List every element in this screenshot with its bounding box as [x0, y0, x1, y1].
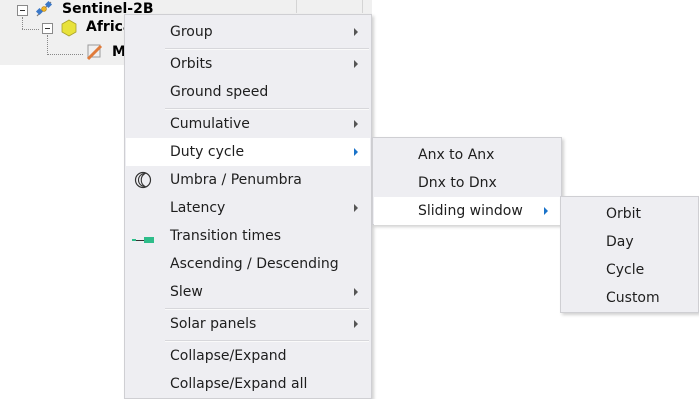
- chevron-right-icon: [354, 148, 358, 156]
- sliding-window-submenu: Orbit Day Cycle Custom: [560, 196, 699, 313]
- satellite-icon: [34, 0, 54, 22]
- menu-item-ascending-descending[interactable]: Ascending / Descending: [126, 250, 370, 278]
- menu-item-label: Ascending / Descending: [170, 256, 339, 272]
- menu-item-umbra-penumbra[interactable]: Umbra / Penumbra: [126, 166, 370, 194]
- column-divider: [296, 0, 297, 13]
- menu-item-label: Cumulative: [170, 116, 250, 132]
- menu-item-label: Day: [606, 234, 634, 250]
- menu-item-orbits[interactable]: Orbits: [126, 50, 370, 78]
- hexagon-icon: [60, 19, 78, 41]
- submenu-item-anx-to-anx[interactable]: Anx to Anx: [374, 141, 560, 169]
- submenu-item-day[interactable]: Day: [562, 228, 697, 256]
- menu-item-collapse-expand-all[interactable]: Collapse/Expand all: [126, 370, 370, 398]
- menu-item-cumulative[interactable]: Cumulative: [126, 110, 370, 138]
- menu-item-label: Custom: [606, 290, 660, 306]
- chevron-right-icon: [544, 207, 548, 215]
- menu-item-duty-cycle[interactable]: Duty cycle: [126, 138, 370, 166]
- context-menu: Group Orbits Ground speed Cumulative Dut…: [124, 14, 372, 399]
- tree-connector: [47, 35, 48, 55]
- menu-item-label: Latency: [170, 200, 226, 216]
- submenu-item-custom[interactable]: Custom: [562, 284, 697, 312]
- tree-connector: [47, 54, 83, 55]
- menu-item-label: Orbit: [606, 206, 642, 222]
- menu-item-latency[interactable]: Latency: [126, 194, 370, 222]
- chevron-right-icon: [354, 28, 358, 36]
- tree-connector: [22, 29, 39, 30]
- menu-item-label: Transition times: [170, 228, 282, 244]
- column-divider: [362, 0, 363, 13]
- screen: Sentinel-2B Africa M Group Orbits Ground…: [0, 0, 699, 399]
- chevron-right-icon: [354, 288, 358, 296]
- menu-item-label: Slew: [170, 284, 203, 300]
- menu-item-solar-panels[interactable]: Solar panels: [126, 310, 370, 338]
- menu-item-label: Duty cycle: [170, 144, 245, 160]
- menu-item-group[interactable]: Group: [126, 18, 370, 46]
- chevron-right-icon: [354, 120, 358, 128]
- menu-item-label: Anx to Anx: [418, 147, 495, 163]
- collapse-toggle-satellite[interactable]: [17, 5, 28, 16]
- collapse-toggle-region[interactable]: [42, 23, 53, 34]
- menu-item-label: Cycle: [606, 262, 645, 278]
- tree-connector: [22, 17, 23, 29]
- menu-item-label: Umbra / Penumbra: [170, 172, 302, 188]
- chevron-right-icon: [354, 204, 358, 212]
- menu-item-slew[interactable]: Slew: [126, 278, 370, 306]
- menu-item-collapse-expand[interactable]: Collapse/Expand: [126, 342, 370, 370]
- menu-item-ground-speed[interactable]: Ground speed: [126, 78, 370, 106]
- menu-item-label: Solar panels: [170, 316, 257, 332]
- menu-item-label: Dnx to Dnx: [418, 175, 497, 191]
- transition-bar-icon: [132, 232, 156, 248]
- menu-item-label: Sliding window: [418, 203, 523, 219]
- menu-item-transition-times[interactable]: Transition times: [126, 222, 370, 250]
- chevron-right-icon: [354, 60, 358, 68]
- pen-icon: [85, 42, 105, 66]
- duty-cycle-submenu: Anx to Anx Dnx to Dnx Sliding window: [372, 137, 562, 225]
- menu-item-label: Collapse/Expand all: [170, 376, 308, 392]
- submenu-item-sliding-window[interactable]: Sliding window: [374, 197, 560, 225]
- submenu-item-cycle[interactable]: Cycle: [562, 256, 697, 284]
- menu-item-label: Group: [170, 24, 213, 40]
- menu-item-label: Collapse/Expand: [170, 348, 287, 364]
- menu-item-label: Orbits: [170, 56, 213, 72]
- menu-item-label: Ground speed: [170, 84, 269, 100]
- moon-eclipse-icon: [134, 171, 152, 193]
- submenu-item-orbit[interactable]: Orbit: [562, 200, 697, 228]
- submenu-item-dnx-to-dnx[interactable]: Dnx to Dnx: [374, 169, 560, 197]
- chevron-right-icon: [354, 320, 358, 328]
